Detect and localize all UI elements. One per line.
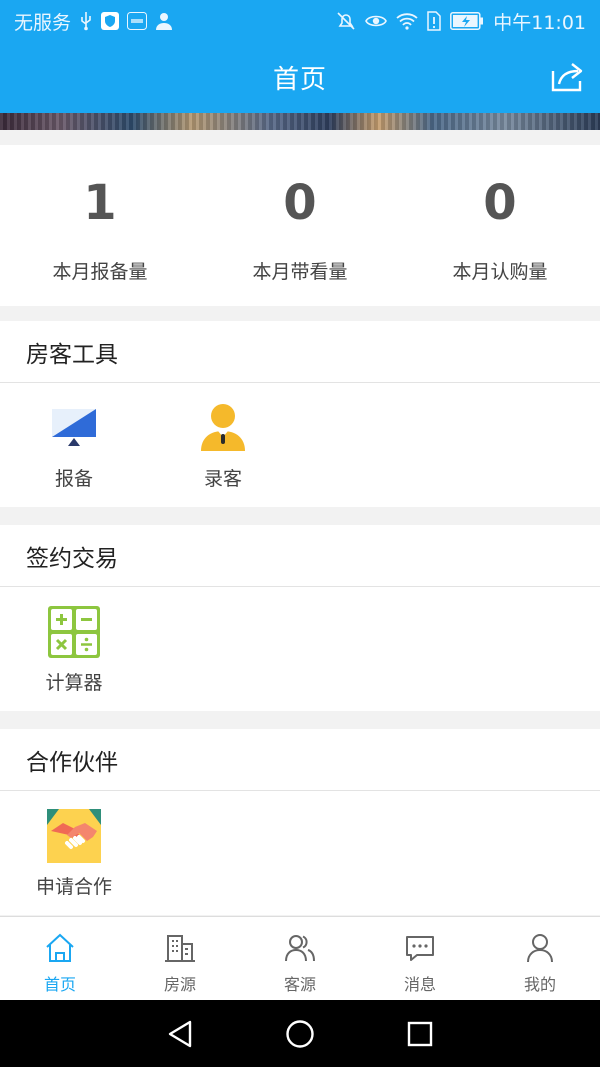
calculator-icon bbox=[47, 605, 101, 659]
usb-icon bbox=[79, 11, 93, 31]
shield-icon bbox=[101, 11, 120, 31]
section-title: 房客工具 bbox=[0, 321, 600, 383]
carrier-text: 无服务 bbox=[14, 11, 72, 34]
stat-viewings[interactable]: 0 本月带看量 bbox=[200, 145, 400, 306]
eye-icon bbox=[365, 13, 388, 29]
tab-home[interactable]: 首页 bbox=[0, 917, 120, 1000]
back-button[interactable] bbox=[160, 1014, 200, 1054]
home-nav-button[interactable] bbox=[280, 1014, 320, 1054]
tool-label: 录客 bbox=[203, 468, 242, 490]
tool-report[interactable]: 报备 bbox=[9, 401, 139, 491]
stat-label: 本月认购量 bbox=[452, 261, 548, 283]
home-circle-icon bbox=[286, 1019, 314, 1048]
tool-label: 计算器 bbox=[45, 672, 103, 694]
users-icon bbox=[283, 931, 317, 965]
tab-profile[interactable]: 我的 bbox=[480, 917, 600, 1000]
mute-icon bbox=[336, 11, 356, 31]
tool-apply-cooperation[interactable]: 申请合作 bbox=[9, 809, 139, 899]
section-title: 签约交易 bbox=[0, 525, 600, 587]
system-nav-bar bbox=[0, 1000, 600, 1067]
tab-label: 房源 bbox=[163, 975, 196, 994]
tab-label: 客源 bbox=[283, 975, 316, 994]
stat-label: 本月报备量 bbox=[52, 261, 148, 283]
tool-label: 申请合作 bbox=[35, 876, 112, 898]
customer-icon bbox=[196, 401, 250, 455]
tab-listings[interactable]: 房源 bbox=[120, 917, 240, 1000]
hms-icon bbox=[127, 12, 148, 30]
wifi-icon bbox=[396, 12, 418, 30]
back-icon bbox=[168, 1020, 192, 1047]
status-bar: 无服务 中午11:01 bbox=[0, 0, 600, 42]
home-icon bbox=[43, 931, 77, 965]
tool-label: 报备 bbox=[54, 468, 93, 490]
share-icon bbox=[551, 63, 583, 92]
section-title: 合作伙伴 bbox=[0, 729, 600, 791]
tab-messages[interactable]: 消息 bbox=[360, 917, 480, 1000]
app-header: 首页 bbox=[0, 42, 600, 113]
banner-image[interactable] bbox=[0, 113, 600, 130]
profile-icon bbox=[523, 931, 557, 965]
stat-value: 0 bbox=[483, 175, 517, 231]
person-icon bbox=[155, 12, 173, 30]
section-partners: 合作伙伴 申请合作 bbox=[0, 729, 600, 915]
stat-value: 1 bbox=[83, 175, 117, 231]
bottom-tab-bar: 首页 房源 客源 消息 我的 bbox=[0, 916, 600, 1000]
recents-button[interactable] bbox=[400, 1014, 440, 1054]
section-customer-tools: 房客工具 报备 录客 bbox=[0, 321, 600, 507]
battery-icon bbox=[450, 12, 484, 30]
section-contract-trade: 签约交易 计算器 bbox=[0, 525, 600, 711]
monitor-icon bbox=[47, 401, 101, 455]
share-button[interactable] bbox=[548, 58, 586, 96]
tool-add-customer[interactable]: 录客 bbox=[158, 401, 288, 491]
sim-alert-icon bbox=[427, 11, 441, 31]
tab-customers[interactable]: 客源 bbox=[240, 917, 360, 1000]
stat-subscriptions[interactable]: 0 本月认购量 bbox=[400, 145, 600, 306]
handshake-icon bbox=[47, 809, 101, 863]
tab-label: 消息 bbox=[403, 975, 436, 994]
stat-reports[interactable]: 1 本月报备量 bbox=[0, 145, 200, 306]
monthly-stats: 1 本月报备量 0 本月带看量 0 本月认购量 bbox=[0, 145, 600, 306]
stat-label: 本月带看量 bbox=[252, 261, 348, 283]
building-icon bbox=[163, 931, 197, 965]
recents-icon bbox=[407, 1021, 433, 1046]
clock-text: 中午11:01 bbox=[493, 11, 586, 34]
tool-calculator[interactable]: 计算器 bbox=[9, 605, 139, 695]
stat-value: 0 bbox=[283, 175, 317, 231]
message-icon bbox=[403, 931, 437, 965]
page-title: 首页 bbox=[272, 65, 327, 95]
tab-label: 首页 bbox=[43, 975, 76, 994]
tab-label: 我的 bbox=[523, 975, 556, 994]
